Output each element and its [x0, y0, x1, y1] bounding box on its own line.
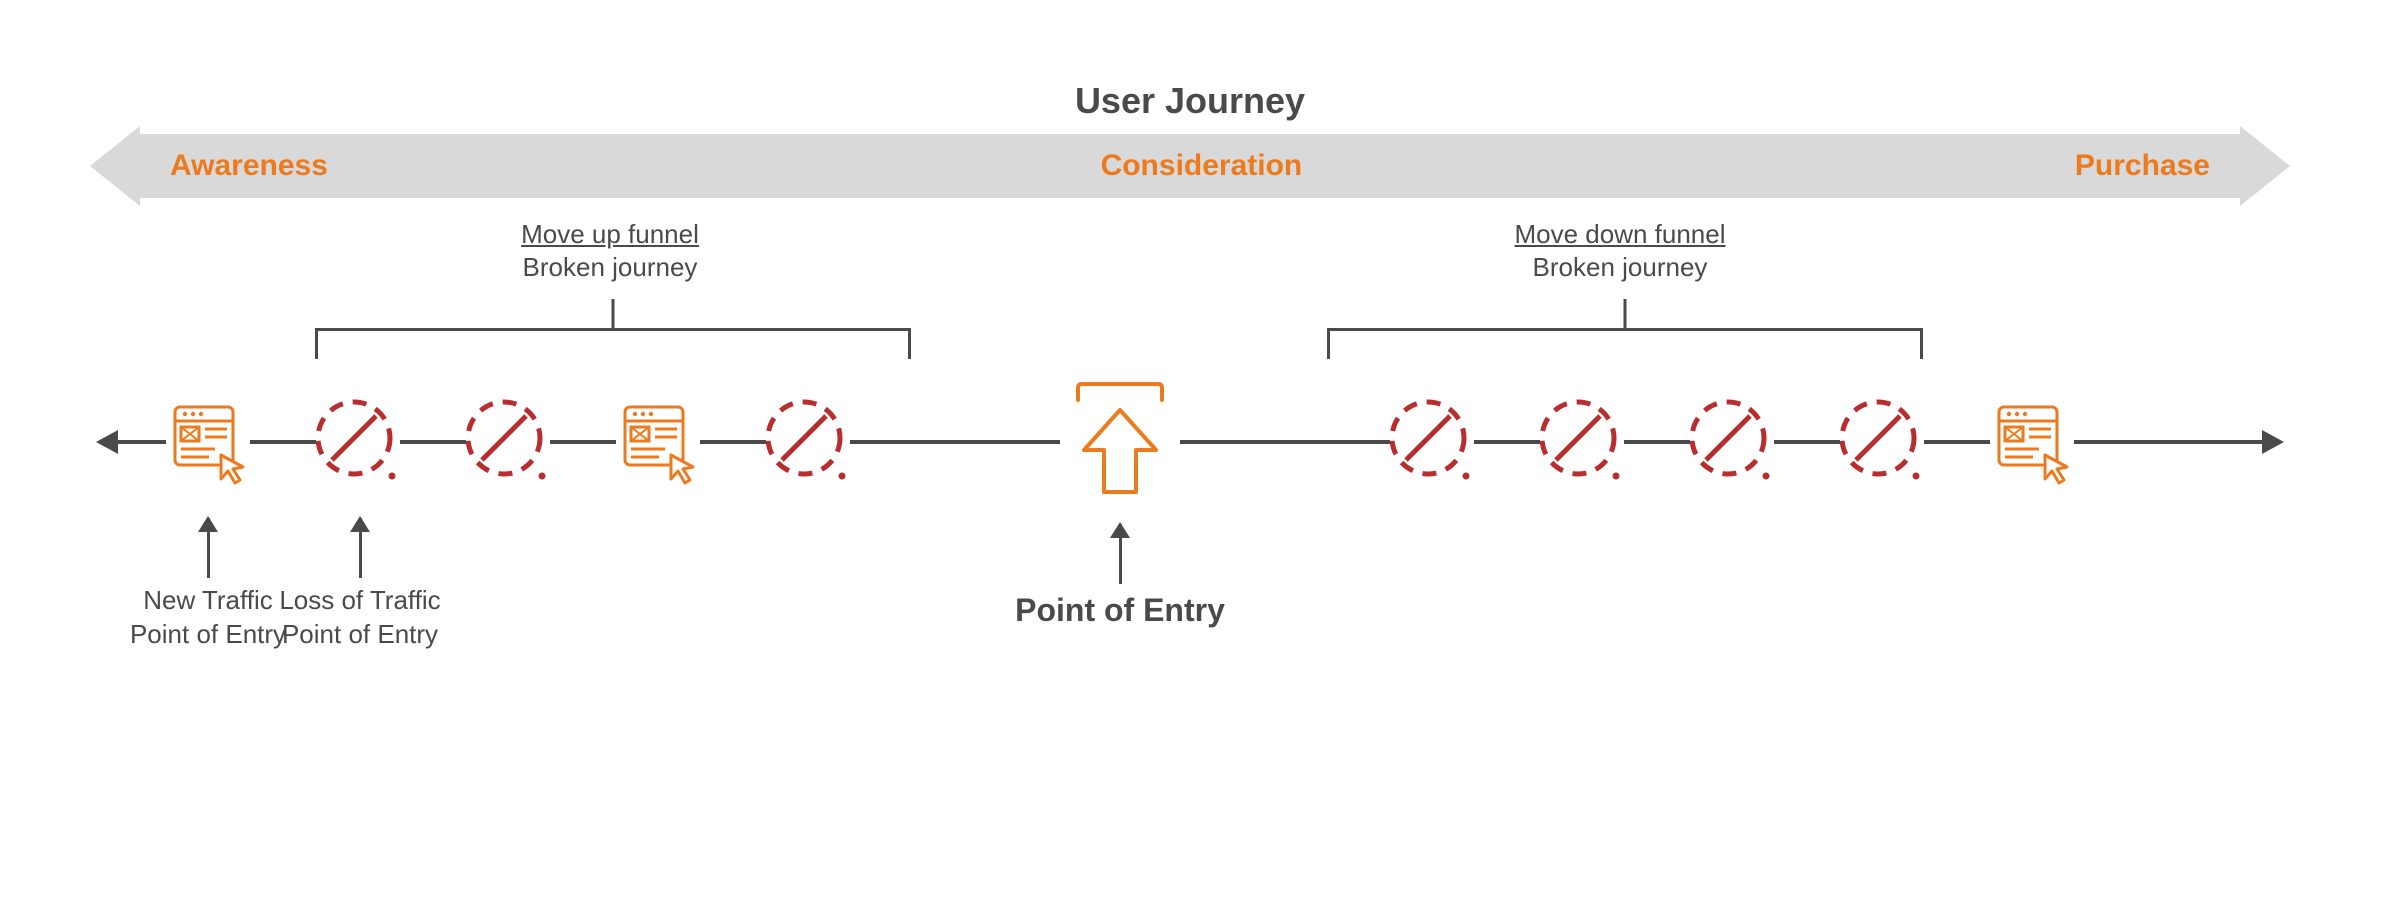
callout-loss-traffic-label: Loss of Traffic Point of Entry: [270, 584, 450, 652]
loss-circle-icon: [1536, 396, 1628, 488]
segment: [1924, 440, 1990, 444]
page-click-icon: [1989, 399, 2075, 485]
loss-circle-icon: [1686, 396, 1778, 488]
stage-consideration: Consideration: [1101, 149, 1303, 183]
segment: [2074, 440, 2262, 444]
segment: [700, 440, 766, 444]
anno-up-line1: Move up funnel: [450, 218, 770, 251]
callout-new-traffic-label: New Traffic Point of Entry: [128, 584, 288, 652]
segment: [1774, 440, 1840, 444]
segment: [550, 440, 616, 444]
bracket-left: [315, 328, 911, 356]
callout-new-traffic: New Traffic Point of Entry: [128, 518, 288, 652]
point-of-entry-label: Point of Entry: [990, 590, 1250, 632]
timeline-arrow-left-icon: [96, 430, 118, 454]
loss-circle-icon: [1836, 396, 1928, 488]
callout-point-of-entry: Point of Entry: [990, 524, 1250, 632]
timeline: [90, 378, 2290, 508]
bracket-stem-icon: [612, 299, 615, 331]
anno-down-line2: Broken journey: [1460, 251, 1780, 284]
annotation-row: Move up funnel Broken journey Move down …: [90, 218, 2290, 328]
diagram-title: User Journey: [90, 80, 2290, 122]
arrow-left-cap-icon: [90, 126, 140, 206]
annotation-move-down: Move down funnel Broken journey: [1460, 218, 1780, 283]
stage-purchase: Purchase: [2075, 149, 2210, 183]
anno-up-line2: Broken journey: [450, 251, 770, 284]
callout-arrow-icon: [359, 518, 362, 578]
journey-arrow-bar: Awareness Consideration Purchase: [90, 134, 2290, 198]
loss-circle-icon: [462, 396, 554, 488]
anno-down-line1: Move down funnel: [1460, 218, 1780, 251]
bracket-right: [1327, 328, 1923, 356]
segment: [250, 440, 316, 444]
segment: [1624, 440, 1690, 444]
arrow-right-cap-icon: [2240, 126, 2290, 206]
annotation-move-up: Move up funnel Broken journey: [450, 218, 770, 283]
segment: [1474, 440, 1540, 444]
callout-arrow-icon: [207, 518, 210, 578]
callout-arrow-icon: [1119, 524, 1122, 584]
loss-circle-icon: [762, 396, 854, 488]
stage-awareness: Awareness: [170, 149, 328, 183]
segment: [400, 440, 466, 444]
loss-circle-icon: [1386, 396, 1478, 488]
segment: [850, 440, 1060, 444]
callout-loss-traffic: Loss of Traffic Point of Entry: [270, 518, 450, 652]
bracket-stem-icon: [1624, 299, 1627, 331]
bottom-callouts: New Traffic Point of Entry Loss of Traff…: [90, 508, 2290, 768]
page-click-icon: [615, 399, 701, 485]
segment: [1180, 440, 1390, 444]
timeline-arrow-right-icon: [2262, 430, 2284, 454]
bracket-row: [90, 328, 2290, 378]
loss-circle-icon: [312, 396, 404, 488]
diagram-root: User Journey Awareness Consideration Pur…: [90, 80, 2290, 768]
segment: [118, 440, 166, 444]
entry-arrow-icon: [1060, 382, 1180, 502]
page-click-icon: [165, 399, 251, 485]
